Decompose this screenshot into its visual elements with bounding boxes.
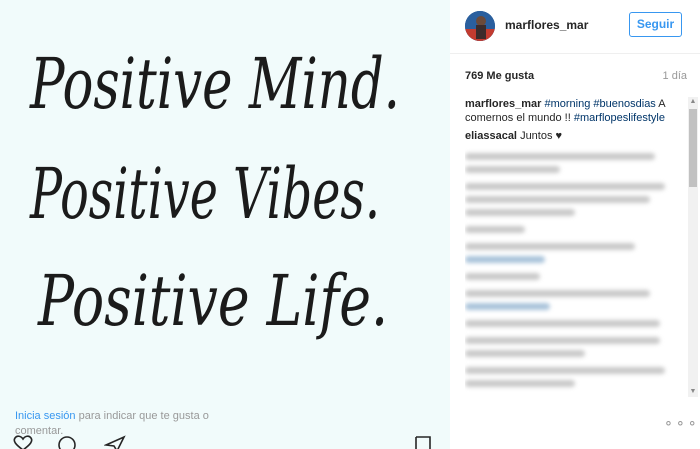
- post-header: marflores_mar Seguir: [450, 0, 700, 54]
- login-link[interactable]: Inicia sesión: [15, 410, 76, 422]
- scroll-down-arrow-icon[interactable]: ▼: [688, 387, 698, 397]
- blurred-comment: [465, 273, 540, 280]
- post-photo[interactable]: Positive Mind. Positive Vibes. Positive …: [0, 0, 450, 449]
- photo-line-2: Positive Vibes.: [29, 153, 380, 235]
- post-timestamp[interactable]: 1 día: [663, 70, 687, 82]
- blurred-comment: [465, 337, 660, 344]
- blurred-comment: [465, 153, 655, 160]
- blurred-comment: [465, 256, 545, 263]
- hashtag-link[interactable]: #morning: [545, 98, 591, 110]
- bookmark-icon[interactable]: [412, 435, 434, 449]
- post-side-panel: marflores_mar Seguir 769 Me gusta 1 día …: [450, 0, 700, 449]
- blurred-comment: [465, 196, 650, 203]
- blurred-comment: [465, 320, 660, 327]
- hashtag-link[interactable]: #buenosdias: [593, 98, 655, 110]
- photo-line-3: Positive Life.: [36, 260, 388, 342]
- blurred-comment: [465, 226, 525, 233]
- hashtag-link[interactable]: #marflореslifestyle: [574, 112, 665, 124]
- blurred-comment: [465, 303, 550, 310]
- likes-count[interactable]: 769 Me gusta: [465, 70, 534, 82]
- blurred-comment: [465, 290, 650, 297]
- post-stats: 769 Me gusta 1 día: [465, 70, 687, 84]
- login-prompt: Inicia sesión para indicar que te gusta …: [15, 409, 215, 439]
- photo-line-1: Positive Mind.: [29, 43, 400, 125]
- caption-username[interactable]: marflores_mar: [465, 98, 541, 110]
- scroll-up-arrow-icon[interactable]: ▲: [688, 97, 698, 107]
- comments-scrollbar[interactable]: ▲ ▼: [688, 97, 698, 397]
- comment-text: Juntos ♥: [520, 130, 563, 142]
- blurred-comment: [465, 209, 575, 216]
- scrollbar-thumb[interactable]: [689, 109, 697, 187]
- comment-item: eliassacal Juntos ♥: [465, 129, 687, 143]
- blurred-comment: [465, 380, 575, 387]
- caption: marflores_mar #morning #buenosdias A com…: [465, 97, 687, 125]
- comments-list: marflores_mar #morning #buenosdias A com…: [465, 97, 687, 397]
- avatar[interactable]: [465, 11, 495, 41]
- blurred-comment: [465, 243, 635, 250]
- handlettering-artwork: Positive Mind. Positive Vibes. Positive …: [29, 43, 400, 342]
- follow-button[interactable]: Seguir: [629, 12, 682, 37]
- blurred-comment: [465, 183, 665, 190]
- comment-username[interactable]: eliassacal: [465, 130, 517, 142]
- blurred-comment: [465, 350, 585, 357]
- blurred-comment: [465, 367, 665, 374]
- blurred-comment: [465, 166, 560, 173]
- post-author-username[interactable]: marflores_mar: [505, 18, 588, 32]
- more-options-icon[interactable]: ⚬⚬⚬: [663, 416, 699, 432]
